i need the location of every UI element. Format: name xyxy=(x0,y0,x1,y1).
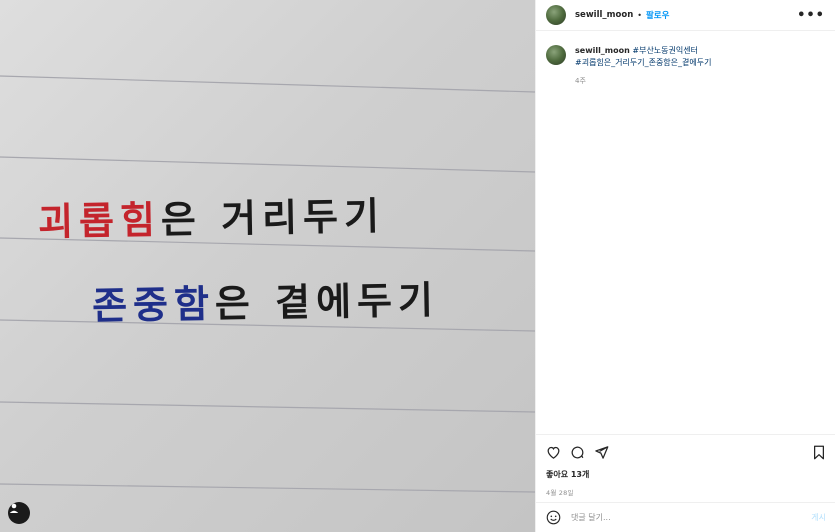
post-comment-button[interactable]: 게시 xyxy=(811,512,826,523)
user-tag-icon[interactable] xyxy=(8,502,30,524)
like-count[interactable]: 좋아요 13개 xyxy=(546,469,826,480)
handwritten-line-1: 괴롭힘은 거리두기 xyxy=(38,185,386,246)
hashtag-link[interactable]: #부산노동권익센터 xyxy=(632,46,698,55)
black-text: 은 곁에두기 xyxy=(214,276,440,326)
avatar[interactable] xyxy=(546,5,566,25)
black-text: 은 거리두기 xyxy=(160,192,386,242)
emoji-icon[interactable] xyxy=(546,510,561,525)
hashtag-link[interactable]: #괴롭힘은_거리두기_존중함은_곁에두기 xyxy=(575,58,711,67)
comment-icon[interactable] xyxy=(570,445,585,460)
red-text: 괴롭힘 xyxy=(37,196,162,245)
caption-body: sewill_moon #부산노동권익센터 #괴롭힘은_거리두기_존중함은_곁에… xyxy=(575,45,711,88)
action-bar: 좋아요 13개 4월 28일 xyxy=(536,434,835,497)
follow-button[interactable]: 팔로우 xyxy=(646,9,669,21)
share-icon[interactable] xyxy=(594,445,609,460)
comments-section: sewill_moon #부산노동권익센터 #괴롭힘은_거리두기_존중함은_곁에… xyxy=(536,31,835,431)
notebook-lines xyxy=(0,75,535,493)
caption-username[interactable]: sewill_moon xyxy=(575,46,630,55)
caption: sewill_moon #부산노동권익센터 #괴롭힘은_거리두기_존중함은_곁에… xyxy=(546,45,825,88)
heart-icon[interactable] xyxy=(546,445,561,460)
bookmark-icon[interactable] xyxy=(812,445,826,460)
caption-timestamp: 4주 xyxy=(575,77,586,85)
post-header: sewill_moon • 팔로우 ••• xyxy=(536,0,835,31)
post-image[interactable]: 괴롭힘은 거리두기 존중함은 곁에두기 xyxy=(0,0,535,532)
handwritten-line-2: 존중함은 곁에두기 xyxy=(92,269,440,330)
comment-input[interactable] xyxy=(571,513,806,522)
author-username[interactable]: sewill_moon xyxy=(575,10,633,20)
more-icon[interactable]: ••• xyxy=(797,8,825,23)
separator-dot: • xyxy=(637,10,642,20)
comment-form: 게시 xyxy=(536,502,835,532)
action-icons xyxy=(546,443,826,461)
post-date[interactable]: 4월 28일 xyxy=(546,487,826,497)
blue-text: 존중함 xyxy=(91,280,216,329)
post-side-panel: sewill_moon • 팔로우 ••• sewill_moon #부산노동권… xyxy=(535,0,835,532)
avatar[interactable] xyxy=(546,45,566,65)
